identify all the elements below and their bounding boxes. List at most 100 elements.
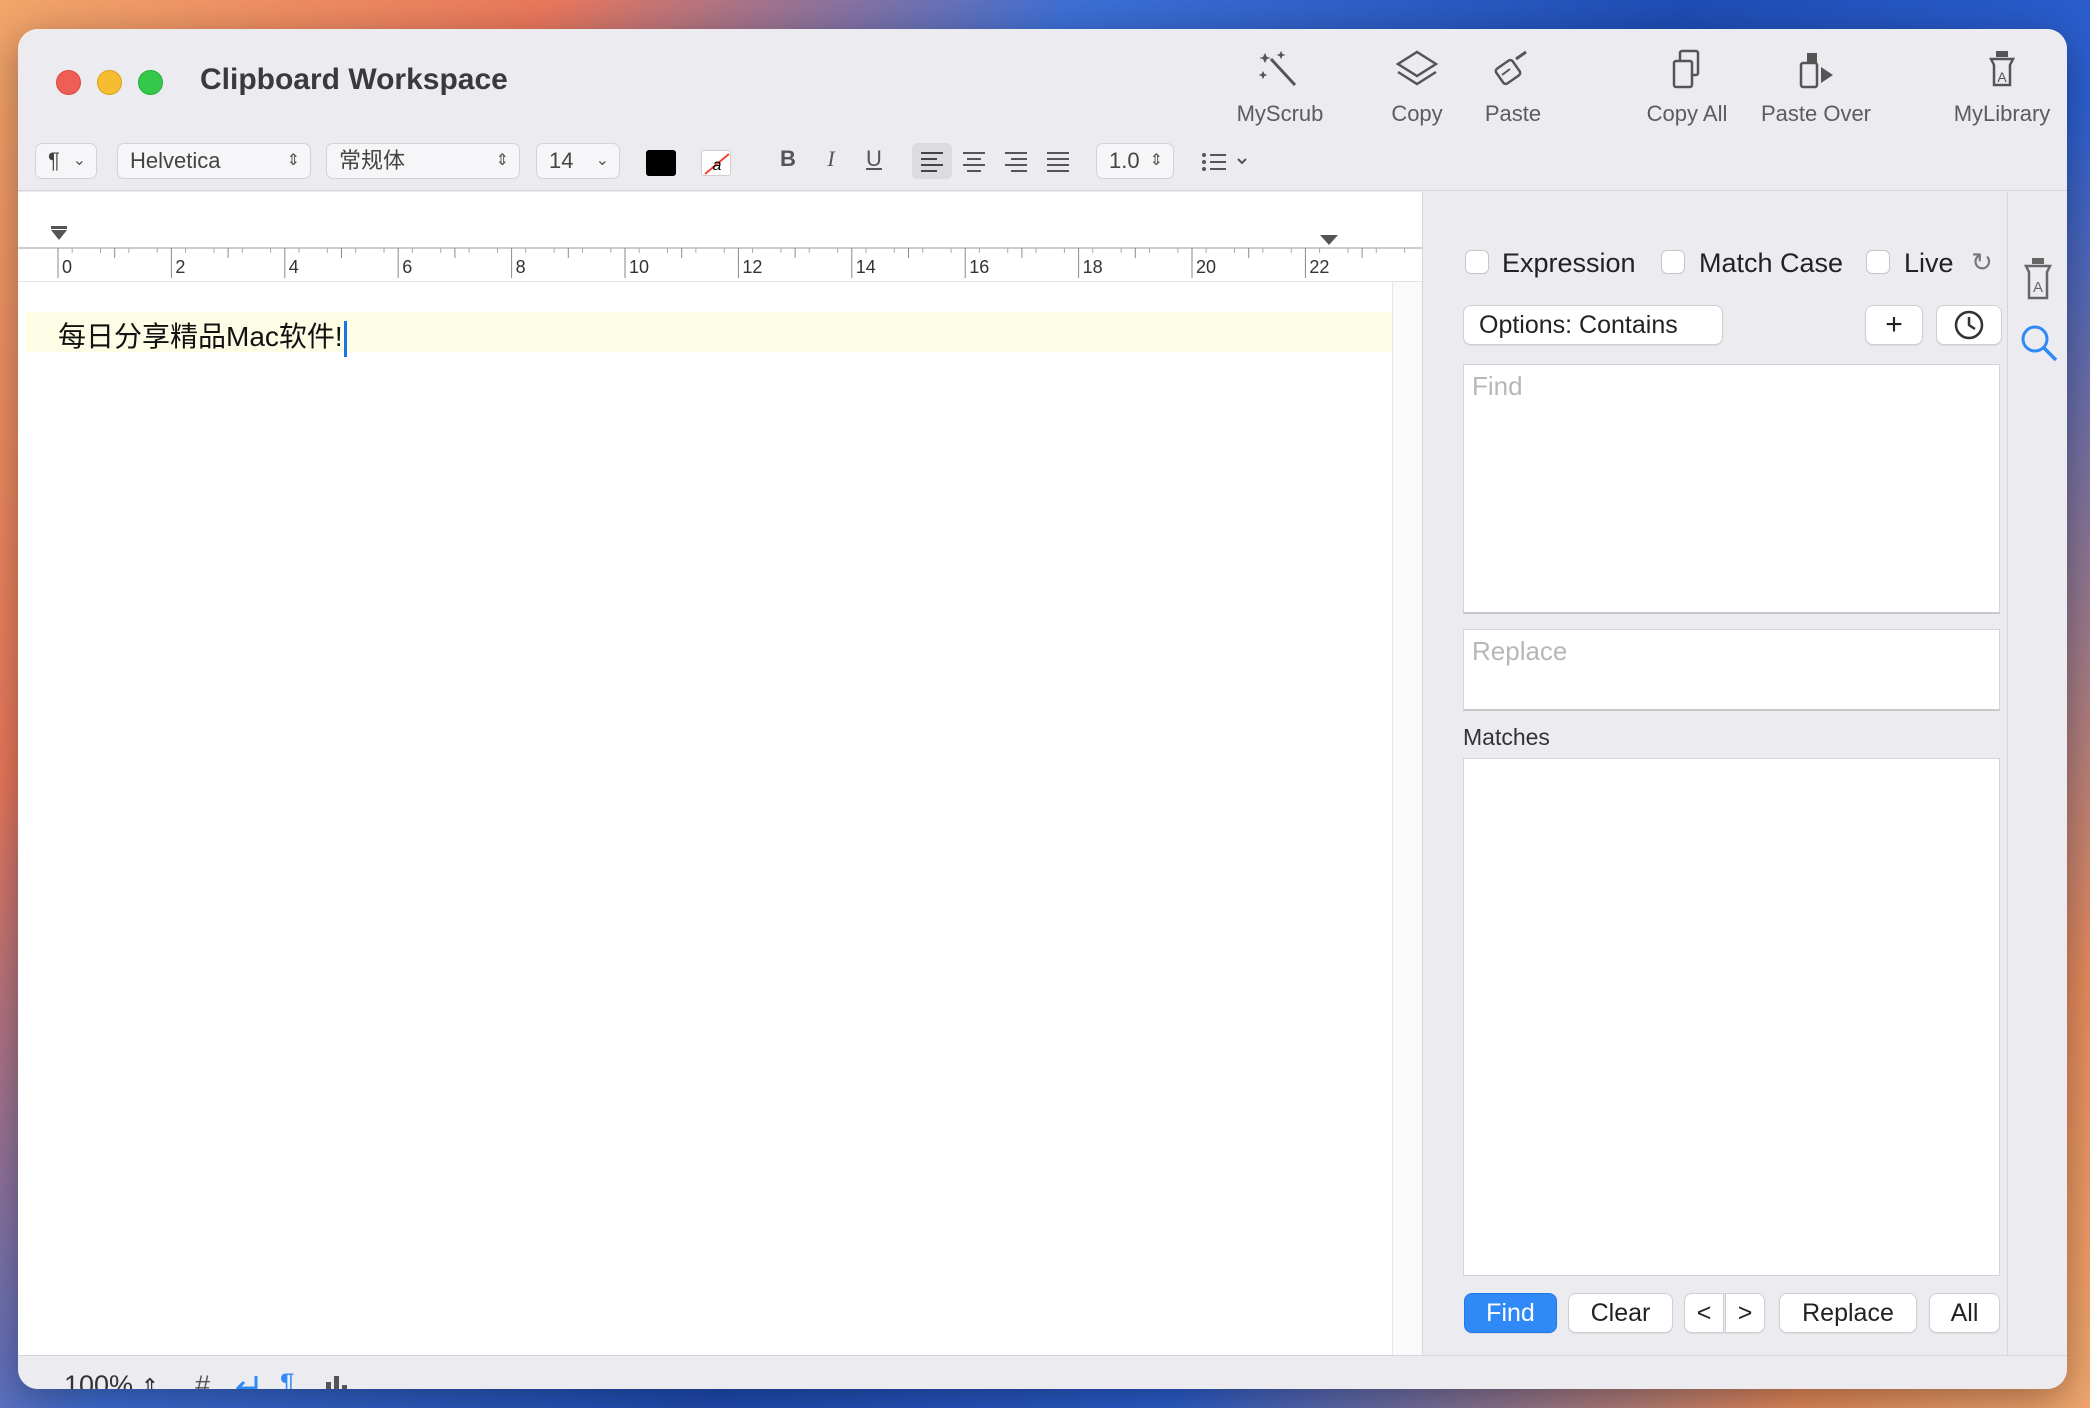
- align-left-button[interactable]: [912, 143, 952, 179]
- ruler-tick-label: 4: [289, 257, 299, 277]
- options-contains-button[interactable]: Options: Contains: [1463, 305, 1723, 345]
- close-window-button[interactable]: [56, 70, 81, 95]
- next-match-button[interactable]: >: [1725, 1293, 1765, 1333]
- first-line-indent-marker[interactable]: [51, 226, 67, 240]
- font-family-value: Helvetica: [130, 148, 221, 173]
- align-right-button[interactable]: [996, 143, 1036, 179]
- updown-chevron-icon: ⇕: [140, 1374, 160, 1389]
- find-button[interactable]: Find: [1464, 1293, 1557, 1333]
- previous-match-button[interactable]: <: [1684, 1293, 1724, 1333]
- font-size-combo[interactable]: 14 ⌄: [536, 143, 620, 179]
- minimize-window-button[interactable]: [97, 70, 122, 95]
- align-justify-icon: [1047, 152, 1069, 172]
- editor-scrollbar[interactable]: [1392, 282, 1422, 1355]
- font-size-value: 14: [549, 148, 574, 173]
- no-color-icon: a: [704, 153, 730, 175]
- match-case-checkbox[interactable]: [1661, 250, 1685, 274]
- app-window: Clipboard Workspace MyScrub Copy Paste C…: [18, 29, 2067, 1389]
- right-sidebar: A: [2007, 192, 2067, 1355]
- align-center-button[interactable]: [954, 143, 994, 179]
- editor-line[interactable]: 每日分享精品Mac软件!: [58, 315, 347, 357]
- search-sidebar-button[interactable]: [2018, 322, 2060, 369]
- paragraph-style-popup[interactable]: ¶ ⌄: [35, 143, 97, 179]
- library-jar-sidebar-button[interactable]: A: [2020, 256, 2056, 307]
- paste-over-button[interactable]: Paste Over: [1746, 49, 1886, 159]
- zoom-popup[interactable]: 100% ⇕: [64, 1370, 159, 1389]
- ruler-tick-label: 16: [969, 257, 989, 277]
- text-color-well[interactable]: [646, 150, 676, 176]
- ruler-tick-label: 6: [402, 257, 412, 277]
- svg-text:A: A: [2033, 279, 2043, 296]
- updown-chevron-icon: ⇕: [495, 152, 509, 169]
- match-case-label: Match Case: [1699, 248, 1844, 278]
- paste-brush-icon: [1494, 50, 1527, 86]
- chevron-down-icon: ⌄: [72, 152, 86, 169]
- refresh-icon[interactable]: ↻: [1971, 247, 1993, 278]
- word-wrap-toggle[interactable]: [232, 1372, 262, 1389]
- find-panel: Expression Match Case Live ↻ Options: Co…: [1422, 192, 2007, 1355]
- replace-all-button[interactable]: All: [1929, 1293, 2000, 1333]
- zoom-value: 100%: [64, 1370, 134, 1389]
- status-bar: 100% ⇕ # ¶: [18, 1355, 2067, 1389]
- add-button[interactable]: +: [1865, 305, 1923, 345]
- ruler-tick-label: 22: [1309, 257, 1329, 277]
- svg-text:A: A: [1997, 69, 2007, 85]
- search-icon: [2021, 325, 2058, 362]
- list-bullets-icon: [1202, 153, 1247, 171]
- bold-button[interactable]: B: [770, 141, 806, 177]
- ruler[interactable]: 0 2 4 6 8 10 12 14 16 18 20 22: [18, 192, 1422, 282]
- mylibrary-label: MyLibrary: [1953, 101, 2051, 126]
- clock-icon: [1954, 310, 1984, 340]
- ruler-tick-label: 20: [1196, 257, 1216, 277]
- text-editor[interactable]: 每日分享精品Mac软件!: [18, 282, 1392, 1355]
- ruler-tick-label: 0: [62, 257, 72, 277]
- font-family-popup[interactable]: Helvetica ⇕: [117, 143, 311, 179]
- title-bar: Clipboard Workspace MyScrub Copy Paste C…: [18, 29, 2067, 191]
- statistics-button[interactable]: [324, 1372, 350, 1389]
- right-margin-marker[interactable]: [1320, 235, 1338, 245]
- paste-label: Paste: [1484, 101, 1542, 126]
- paste-over-icon: [1799, 53, 1833, 89]
- text-caret: [343, 320, 347, 357]
- live-checkbox[interactable]: [1866, 250, 1890, 274]
- paste-over-label: Paste Over: [1760, 101, 1872, 126]
- replace-button[interactable]: Replace: [1779, 1293, 1917, 1333]
- matches-label: Matches: [1463, 724, 1550, 750]
- replace-field[interactable]: Replace: [1463, 629, 2000, 711]
- ruler-tick-label: 8: [516, 257, 526, 277]
- updown-chevron-icon: ⇕: [286, 152, 300, 169]
- invisibles-toggle[interactable]: ¶: [280, 1368, 295, 1389]
- clear-button[interactable]: Clear: [1568, 1293, 1673, 1333]
- bar-chart-icon: [326, 1376, 347, 1389]
- library-jar-icon: A: [2023, 258, 2053, 300]
- highlight-color-well[interactable]: a: [701, 150, 731, 176]
- ruler-tick-label: 10: [629, 257, 649, 277]
- svg-text:a: a: [713, 157, 722, 174]
- underline-button[interactable]: U: [856, 141, 892, 177]
- ruler-tick-label: 18: [1083, 257, 1103, 277]
- italic-button[interactable]: I: [813, 141, 849, 177]
- list-style-button[interactable]: [1198, 143, 1258, 179]
- library-jar-icon: A: [1988, 51, 2016, 87]
- magic-wand-icon: [1258, 51, 1297, 87]
- font-style-popup[interactable]: 常规体 ⇕: [326, 143, 520, 179]
- find-field[interactable]: Find: [1463, 364, 2000, 614]
- paste-button[interactable]: Paste: [1443, 49, 1583, 159]
- expression-checkbox[interactable]: [1465, 250, 1489, 274]
- ruler-tick-label: 12: [742, 257, 762, 277]
- ruler-tick-label: 14: [856, 257, 876, 277]
- expression-label: Expression: [1502, 248, 1636, 278]
- window-title: Clipboard Workspace: [200, 63, 508, 96]
- line-numbers-toggle[interactable]: #: [195, 1370, 210, 1389]
- align-left-icon: [921, 152, 943, 172]
- replace-placeholder: Replace: [1472, 636, 1568, 666]
- mylibrary-button[interactable]: A MyLibrary: [1932, 49, 2067, 159]
- line-spacing-popup[interactable]: 1.0 ⇕: [1096, 143, 1174, 179]
- ruler-tick-label: 2: [175, 257, 185, 277]
- font-style-value: 常规体: [339, 148, 406, 173]
- history-button[interactable]: [1936, 305, 2002, 345]
- matches-list[interactable]: [1463, 758, 2000, 1276]
- zoom-window-button[interactable]: [138, 70, 163, 95]
- align-justify-button[interactable]: [1038, 143, 1078, 179]
- copy-all-button[interactable]: Copy All: [1617, 49, 1757, 159]
